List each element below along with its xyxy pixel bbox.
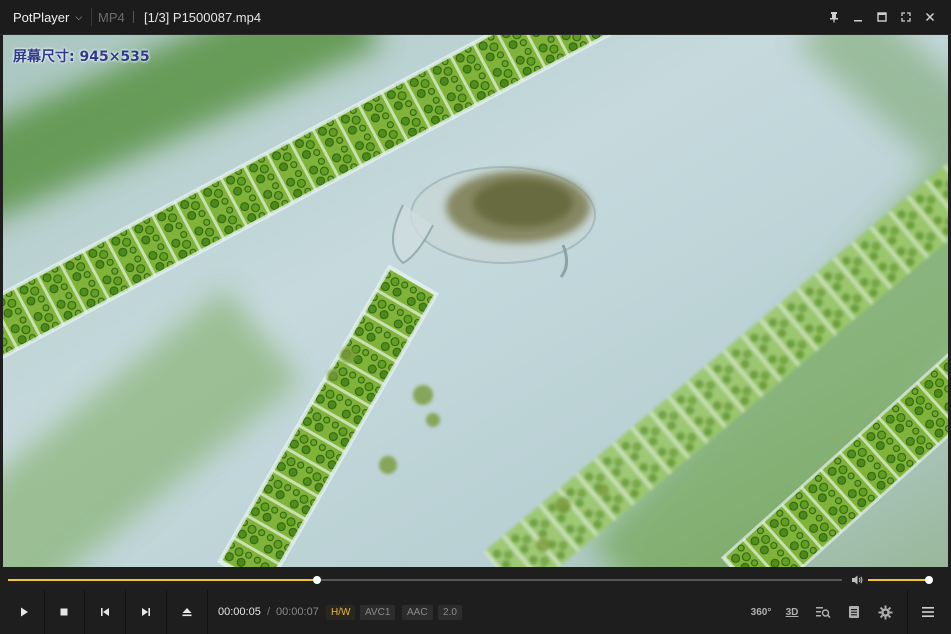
main-menu-button[interactable] — [914, 590, 942, 634]
next-button[interactable] — [126, 590, 166, 634]
3d-mode-label: 3D — [785, 606, 799, 618]
speaker-icon — [852, 575, 863, 585]
video-area[interactable]: 屏幕尺寸: 945×535 — [3, 35, 948, 567]
file-title: [1/3] P1500087.mp4 — [144, 9, 262, 25]
eject-button[interactable] — [167, 590, 207, 634]
control-divider — [907, 590, 908, 634]
format-divider — [133, 11, 134, 23]
3d-mode-button[interactable]: 3D — [778, 590, 806, 634]
eject-icon — [182, 608, 192, 617]
title-bar[interactable]: PotPlayer ⌵ MP4 [1/3] P1500087.mp4 — [0, 0, 951, 35]
pin-button[interactable] — [822, 0, 846, 34]
gear-icon — [877, 604, 893, 620]
audio-codec-badge[interactable]: AAC — [402, 605, 433, 620]
title-divider — [91, 8, 92, 26]
app-name: PotPlayer — [13, 9, 70, 25]
osd-screen-size: 屏幕尺寸: 945×535 — [13, 49, 150, 65]
video-codec-badge[interactable]: AVC1 — [360, 605, 396, 620]
list-search-icon — [816, 607, 831, 619]
hamburger-menu-icon — [922, 607, 934, 617]
subtitle-button[interactable] — [840, 590, 868, 634]
skip-next-icon — [142, 608, 150, 616]
fullscreen-button[interactable] — [894, 0, 918, 34]
vr-360-button[interactable]: 360° — [747, 590, 775, 634]
minimize-button[interactable] — [846, 0, 870, 34]
seek-handle[interactable] — [312, 576, 321, 584]
volume-button[interactable] — [850, 573, 864, 587]
time-separator: / — [267, 606, 271, 618]
potplayer-window: PotPlayer ⌵ MP4 [1/3] P1500087.mp4 屏幕尺寸:… — [0, 0, 951, 634]
stop-icon — [60, 608, 68, 616]
vr-360-label: 360° — [750, 606, 772, 618]
maximize-button[interactable] — [870, 0, 894, 34]
control-divider — [207, 590, 208, 634]
format-label: MP4 — [98, 9, 125, 25]
control-bar: 00:00:05 / 00:00:07 H/W AVC1 AAC 2.0 360… — [0, 590, 951, 634]
settings-button[interactable] — [871, 590, 899, 634]
current-time: 00:00:05 — [218, 606, 261, 618]
skip-previous-icon — [101, 608, 109, 616]
play-button[interactable] — [4, 590, 44, 634]
decoder-badge[interactable]: H/W — [326, 605, 356, 620]
audio-channels-badge[interactable]: 2.0 — [438, 605, 462, 620]
close-button[interactable] — [918, 0, 942, 34]
document-icon — [849, 606, 859, 618]
close-icon — [925, 12, 935, 22]
pin-icon — [830, 12, 838, 23]
stop-button[interactable] — [44, 590, 84, 634]
total-time: 00:00:07 — [276, 606, 319, 618]
chevron-down-icon: ⌵ — [75, 11, 83, 22]
volume-level — [868, 579, 929, 581]
video-frame — [3, 35, 948, 567]
fullscreen-icon — [901, 12, 911, 22]
minimize-icon — [854, 20, 862, 22]
previous-button[interactable] — [85, 590, 125, 634]
playlist-search-button[interactable] — [809, 590, 837, 634]
seek-progress — [8, 579, 317, 581]
play-icon — [21, 607, 28, 617]
maximize-icon — [877, 12, 887, 22]
volume-handle[interactable] — [924, 576, 933, 584]
app-menu-button[interactable]: PotPlayer ⌵ — [13, 0, 82, 34]
